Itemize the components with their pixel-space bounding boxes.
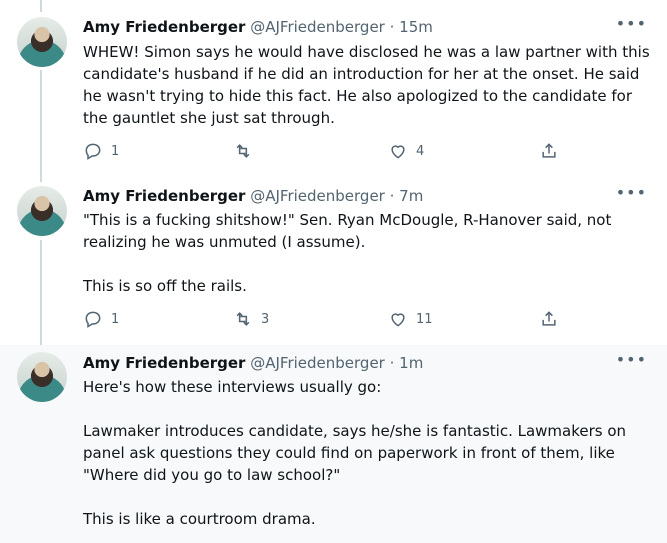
tweet-header: Amy Friedenberger @AJFriedenberger · 7m <box>83 186 423 206</box>
tweet-text: WHEW! Simon says he would have disclosed… <box>83 43 655 127</box>
like-button[interactable]: 11 <box>388 309 433 329</box>
reply-count: 1 <box>111 143 120 159</box>
author-name[interactable]: Amy Friedenberger <box>83 187 245 205</box>
more-icon[interactable]: ••• <box>616 183 647 202</box>
share-button[interactable] <box>539 141 559 161</box>
tweet-header: Amy Friedenberger @AJFriedenberger · 1m <box>83 353 423 373</box>
avatar[interactable] <box>17 352 67 402</box>
retweet-count: 3 <box>261 311 270 327</box>
tweet-header: Amy Friedenberger @AJFriedenberger · 15m <box>83 17 433 37</box>
tweet-actions: 1 3 11 <box>83 309 563 331</box>
tweet-text: "This is a fucking shitshow!" Sen. Ryan … <box>83 211 612 295</box>
tweet[interactable]: Amy Friedenberger @AJFriedenberger · 1m … <box>0 345 667 543</box>
reply-count: 1 <box>111 311 120 327</box>
share-icon <box>542 311 556 326</box>
more-icon[interactable]: ••• <box>616 14 647 33</box>
tweet[interactable]: Amy Friedenberger @AJFriedenberger · 15m… <box>0 0 667 175</box>
heart-icon <box>391 145 405 159</box>
heart-icon <box>391 313 405 327</box>
author-handle[interactable]: @AJFriedenberger <box>250 187 385 205</box>
reply-icon <box>85 143 101 160</box>
reply-button[interactable]: 1 <box>83 141 119 161</box>
share-button[interactable] <box>539 309 559 329</box>
author-name[interactable]: Amy Friedenberger <box>83 354 245 372</box>
like-count: 4 <box>416 143 425 159</box>
author-name[interactable]: Amy Friedenberger <box>83 18 245 36</box>
avatar[interactable] <box>17 17 67 67</box>
timestamp[interactable]: · 15m <box>390 18 433 36</box>
retweet-icon <box>236 312 250 326</box>
more-icon[interactable]: ••• <box>616 350 647 369</box>
author-handle[interactable]: @AJFriedenberger <box>250 18 385 36</box>
tweet[interactable]: Amy Friedenberger @AJFriedenberger · 7m … <box>0 175 667 345</box>
tweet-text: Here's how these interviews usually go: … <box>83 378 627 528</box>
reply-icon <box>85 311 101 328</box>
retweet-icon <box>236 144 250 158</box>
retweet-button[interactable] <box>233 141 261 161</box>
tweet-actions: 1 4 <box>83 141 563 163</box>
reply-button[interactable]: 1 <box>83 309 119 329</box>
avatar[interactable] <box>17 186 67 236</box>
like-button[interactable]: 4 <box>388 141 424 161</box>
timestamp[interactable]: · 7m <box>390 187 424 205</box>
retweet-button[interactable]: 3 <box>233 309 269 329</box>
timestamp[interactable]: · 1m <box>390 354 424 372</box>
author-handle[interactable]: @AJFriedenberger <box>250 354 385 372</box>
like-count: 11 <box>416 311 433 327</box>
share-icon <box>542 143 556 158</box>
